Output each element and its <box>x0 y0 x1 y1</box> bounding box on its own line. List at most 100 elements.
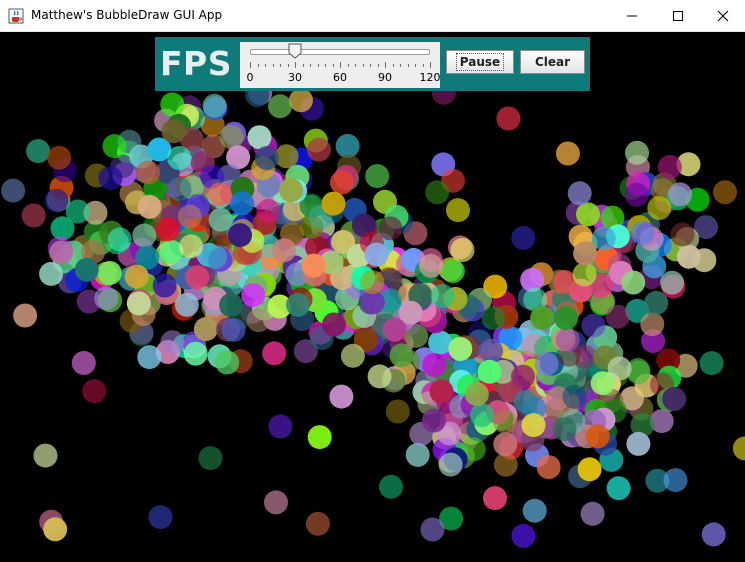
slider-tick <box>302 64 304 67</box>
bubble <box>98 166 123 191</box>
bubble <box>49 240 74 265</box>
bubble <box>657 155 682 179</box>
bubble <box>511 225 536 250</box>
bubble <box>136 160 160 185</box>
clear-button[interactable]: Clear <box>520 50 585 74</box>
bubble <box>307 425 332 450</box>
bubble <box>33 443 58 468</box>
bubble <box>321 191 346 216</box>
bubble <box>179 234 203 259</box>
clear-button-label: Clear <box>534 55 571 69</box>
slider-tick-label: 90 <box>378 71 392 84</box>
bubble <box>208 207 233 232</box>
bubble <box>425 180 450 205</box>
bubble <box>286 292 310 317</box>
bubble <box>530 306 555 331</box>
bubble <box>567 181 592 206</box>
slider-tick-label: 60 <box>333 71 347 84</box>
slider-tick <box>407 64 409 67</box>
bubble <box>137 194 162 219</box>
bubble <box>438 452 463 477</box>
bubble <box>167 177 192 201</box>
bubble <box>626 431 651 456</box>
bubble <box>305 511 330 536</box>
bubble <box>640 312 665 337</box>
bubble <box>576 202 600 227</box>
slider-thumb[interactable] <box>288 43 302 59</box>
bubble <box>268 94 292 119</box>
maximize-button[interactable] <box>655 0 701 31</box>
bubble <box>421 408 446 433</box>
bubble <box>663 468 688 493</box>
bubble <box>221 317 246 342</box>
bubble <box>1 178 26 203</box>
minimize-button[interactable] <box>609 0 655 31</box>
bubble <box>511 364 535 389</box>
bubble <box>219 293 244 318</box>
bubble <box>479 338 503 363</box>
bubble <box>379 474 403 499</box>
slider-tick <box>272 64 274 67</box>
bubble <box>450 238 475 262</box>
bubble <box>624 182 649 207</box>
bubble <box>94 286 119 311</box>
bubble <box>262 341 287 366</box>
slider-tick <box>422 64 424 67</box>
bubble <box>577 457 602 482</box>
slider-tick <box>355 64 356 67</box>
bubble <box>161 119 186 144</box>
bubble <box>385 399 410 424</box>
bubble <box>446 198 470 223</box>
bubble <box>254 146 279 170</box>
bubble-canvas[interactable] <box>0 32 745 562</box>
bubble <box>365 164 390 189</box>
bubble <box>207 182 232 207</box>
slider-track[interactable] <box>250 49 430 55</box>
slider-tick <box>370 64 371 67</box>
slider-tick-label: 120 <box>419 71 441 84</box>
bubble <box>39 261 64 286</box>
bubble <box>124 264 149 289</box>
bubble <box>155 217 180 242</box>
bubble <box>340 343 365 368</box>
bubble <box>585 424 610 449</box>
bubble <box>301 253 326 278</box>
bubble <box>264 490 288 515</box>
bubble <box>513 389 538 414</box>
bubble <box>335 134 360 158</box>
slider-tick <box>257 64 259 67</box>
bubble <box>21 203 46 228</box>
fps-slider[interactable]: 0 30 60 90 120 <box>240 42 441 88</box>
bubble <box>102 134 127 159</box>
bubble <box>389 343 414 368</box>
bubble <box>44 188 69 213</box>
bubble <box>630 220 655 245</box>
bubble <box>662 387 687 411</box>
bubble <box>378 216 403 241</box>
bubble <box>660 270 685 295</box>
bubble <box>493 452 518 477</box>
bubble <box>137 345 162 370</box>
bubble <box>74 257 99 282</box>
close-button[interactable] <box>700 0 745 31</box>
slider-tick <box>377 64 379 67</box>
pause-button-label: Pause <box>455 53 505 71</box>
bubble <box>493 432 518 457</box>
bubble <box>367 364 392 389</box>
slider-tick <box>332 64 334 67</box>
bubble <box>521 413 546 438</box>
bubble <box>554 306 579 331</box>
slider-tick <box>400 64 401 67</box>
bubble <box>306 137 331 162</box>
bubble <box>483 486 507 511</box>
bubble <box>522 498 547 523</box>
slider-tick <box>317 64 319 67</box>
fps-label: FPS <box>160 44 232 83</box>
bubble <box>562 384 587 409</box>
bubble <box>360 270 385 295</box>
bubble <box>13 303 38 328</box>
bubble <box>160 330 185 355</box>
slider-tick <box>385 62 386 68</box>
bubble <box>215 350 240 375</box>
pause-button[interactable]: Pause <box>446 50 514 74</box>
